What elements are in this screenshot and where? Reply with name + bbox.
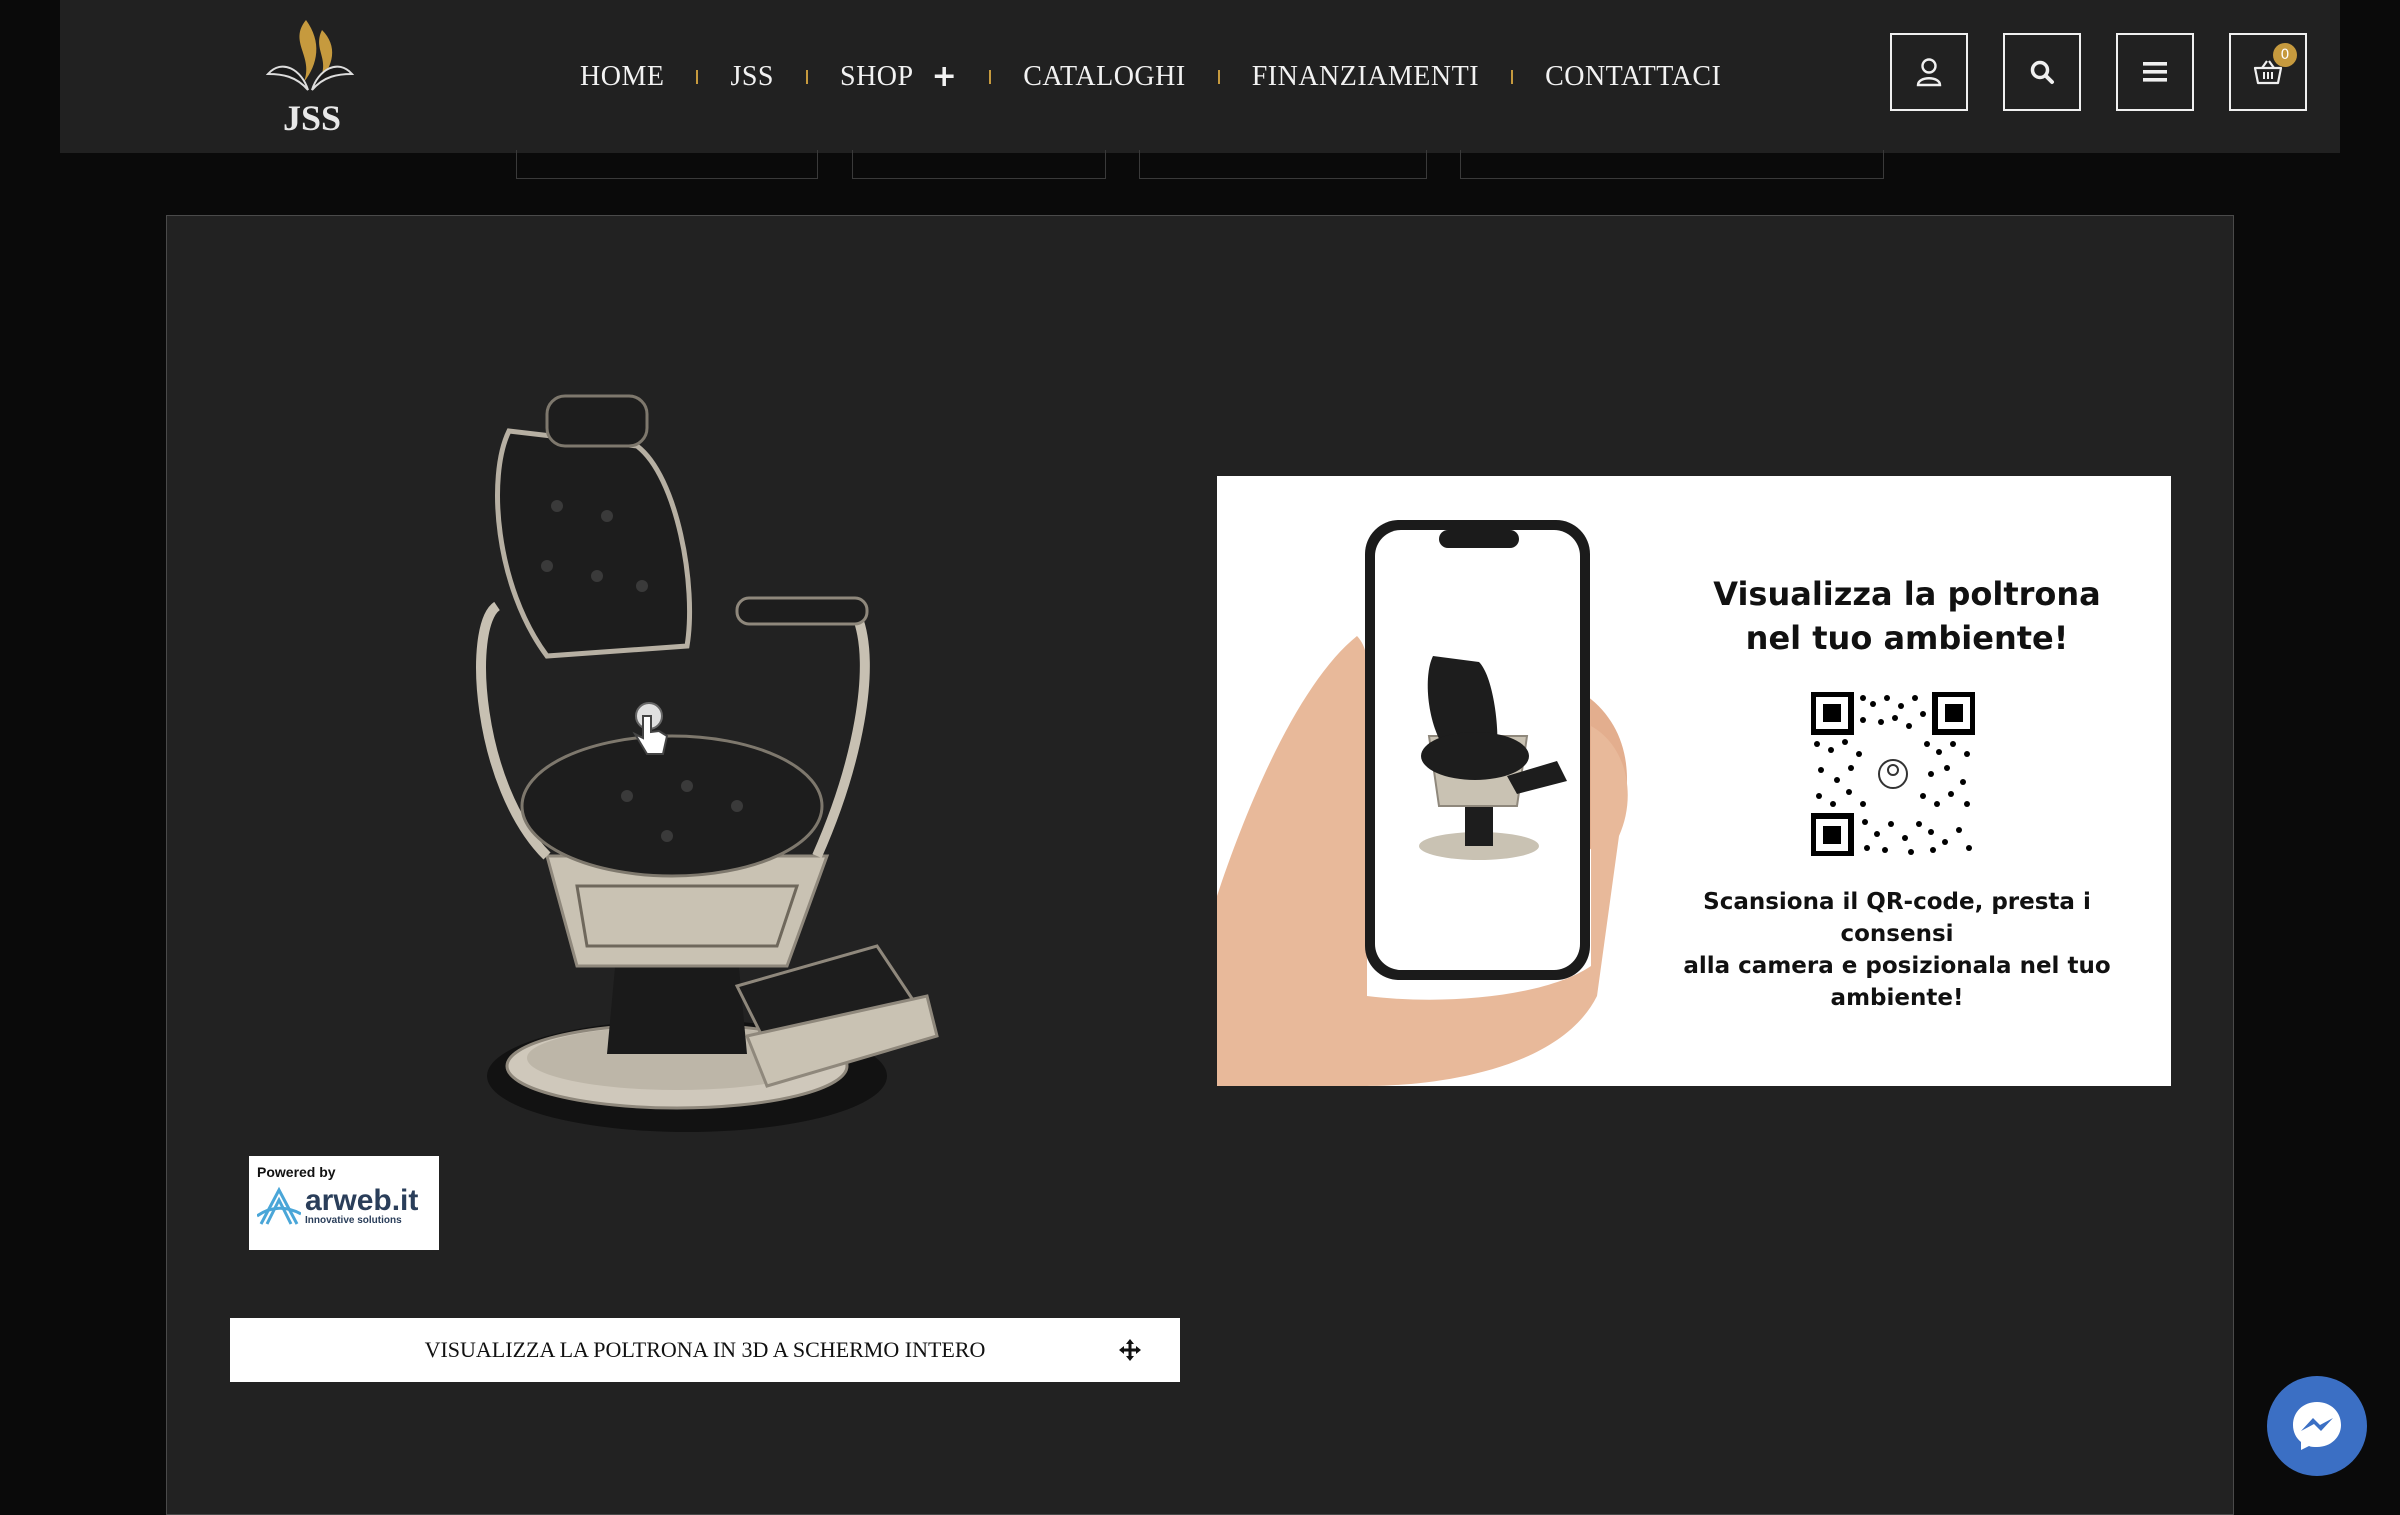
nav-jss[interactable]: JSS — [730, 61, 774, 93]
nav-separator — [989, 69, 992, 84]
qr-code-image[interactable] — [1811, 692, 1975, 856]
ar-desc-line: Scansiona il QR-code, presta i consensi — [1703, 889, 2091, 947]
nav-cataloghi-label: CATALOGHI — [1023, 60, 1186, 92]
barber-chair-3d-model[interactable] — [437, 386, 1017, 1146]
powered-by-label: Powered by — [257, 1164, 336, 1180]
fullscreen-3d-label: VISUALIZZA LA POLTRONA IN 3D A SCHERMO I… — [424, 1337, 986, 1362]
submenu-box — [516, 150, 818, 179]
submenu-box — [1460, 150, 1884, 179]
ar-banner-title: Visualizza la poltrona nel tuo ambiente! — [1657, 572, 2157, 660]
search-icon — [2030, 60, 2054, 84]
ar-desc-line: ambiente! — [1830, 985, 1964, 1011]
nav-cataloghi[interactable]: CATALOGHI — [1023, 61, 1185, 93]
arweb-logo-icon — [257, 1186, 301, 1225]
cart-button[interactable]: 0 — [2229, 33, 2307, 111]
ar-desc-line: alla camera e posizionala nel tuo — [1683, 953, 2111, 979]
ar-banner-description: Scansiona il QR-code, presta i consensi … — [1647, 886, 2147, 1014]
nav-separator — [1511, 69, 1514, 84]
messenger-icon — [2293, 1402, 2341, 1450]
ar-title-line: Visualizza la poltrona — [1713, 575, 2101, 613]
ar-promo-banner: Visualizza la poltrona nel tuo ambiente! — [1217, 476, 2171, 1086]
arweb-brand-name: arweb.it — [305, 1183, 419, 1217]
phone-in-hand-image — [1217, 520, 1628, 1086]
user-icon — [1916, 58, 1942, 87]
fullscreen-3d-button[interactable]: VISUALIZZA LA POLTRONA IN 3D A SCHERMO I… — [230, 1318, 1180, 1382]
nav-home[interactable]: HOME — [580, 61, 664, 93]
menu-button[interactable] — [2116, 33, 2194, 111]
nav-separator — [696, 69, 699, 84]
logo-text: JSS — [283, 98, 341, 138]
nav-separator — [1217, 69, 1220, 84]
powered-by-badge[interactable]: Powered by arweb.it Innovative solutions — [249, 1156, 439, 1250]
submenu-box — [1139, 150, 1427, 179]
nav-home-label: HOME — [580, 60, 665, 92]
arweb-brand: arweb.it Innovative solutions — [257, 1183, 431, 1226]
search-button[interactable] — [2003, 33, 2081, 111]
submenu-box — [852, 150, 1106, 179]
site-logo[interactable]: JSS — [248, 12, 376, 140]
product-viewer-panel: Powered by arweb.it Innovative solutions… — [166, 215, 2234, 1515]
cart-count-badge: 0 — [2273, 43, 2297, 67]
move-arrows-icon — [1119, 1339, 1141, 1361]
nav-jss-label: JSS — [730, 60, 774, 92]
ar-title-line: nel tuo ambiente! — [1745, 619, 2069, 657]
nav-finanziamenti[interactable]: FINANZIAMENTI — [1252, 61, 1479, 93]
menu-icon — [2143, 62, 2167, 82]
logo-mark: JSS — [265, 20, 355, 138]
main-nav: HOME JSS SHOP + CATALOGHI FINANZIAMENTI … — [580, 0, 1721, 153]
account-button[interactable] — [1890, 33, 1968, 111]
nav-contattaci-label: CONTATTACI — [1545, 60, 1722, 92]
arweb-tagline: Innovative solutions — [305, 1214, 402, 1226]
nav-shop-label: SHOP — [840, 60, 914, 92]
nav-contattaci[interactable]: CONTATTACI — [1545, 61, 1721, 93]
messenger-chat-button[interactable] — [2267, 1376, 2367, 1476]
expand-plus-icon[interactable]: + — [932, 59, 958, 94]
nav-separator — [806, 69, 808, 84]
site-header: JSS HOME JSS SHOP + CATALOGHI FINANZIAME… — [60, 0, 2340, 153]
nav-finanziamenti-label: FINANZIAMENTI — [1251, 60, 1480, 92]
nav-shop[interactable]: SHOP + — [840, 59, 957, 94]
